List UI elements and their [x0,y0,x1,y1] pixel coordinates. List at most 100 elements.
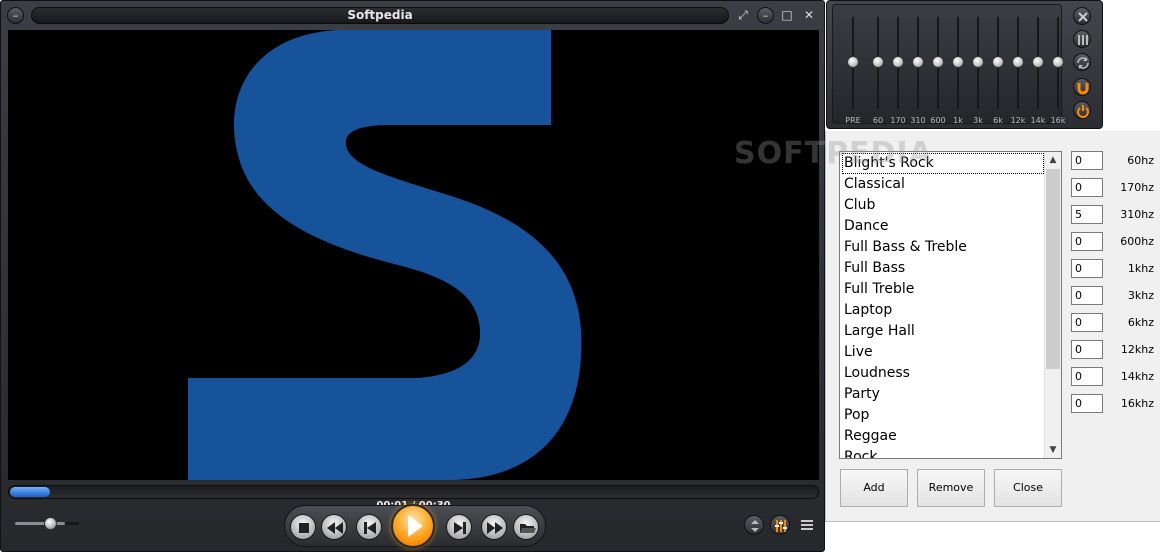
band-frequency-label: 3khz [1127,289,1154,302]
eq-slider-5[interactable] [948,15,968,111]
band-value-input[interactable]: 0 [1071,313,1103,332]
maximize-icon[interactable]: □ [779,8,795,23]
band-value-input[interactable]: 0 [1071,151,1103,170]
close-icon [1078,12,1088,22]
rewind-button[interactable] [321,514,347,540]
scroll-up-icon[interactable]: ▲ [1045,152,1061,168]
eq-slider-knob[interactable] [1012,56,1024,68]
add-button[interactable]: Add [840,469,908,507]
fast-forward-button[interactable] [481,514,507,540]
band-frequency-label: 1khz [1127,262,1154,275]
close-button[interactable]: Close [994,469,1062,507]
play-icon [408,515,423,537]
preset-list-item[interactable]: Full Bass & Treble [842,237,1044,258]
band-value-input[interactable]: 0 [1071,259,1103,278]
scroll-down-icon[interactable]: ▼ [1045,442,1061,458]
eq-reset-button[interactable] [1073,53,1091,71]
preset-list-item[interactable]: Live [842,342,1044,363]
open-folder-button[interactable] [513,514,539,540]
volume-knob[interactable] [44,517,57,530]
eq-slider-3[interactable] [908,15,928,111]
band-value-input[interactable]: 0 [1071,286,1103,305]
stop-button[interactable] [290,514,316,540]
eq-slider-9[interactable] [1028,15,1048,111]
close-icon[interactable]: ✕ [801,8,817,23]
eq-slider-8[interactable] [1008,15,1028,111]
eq-slider-knob[interactable] [847,56,859,68]
previous-button[interactable] [356,514,382,540]
band-value-input[interactable]: 0 [1071,394,1103,413]
equalizer-button[interactable] [770,515,790,535]
eq-presets-button[interactable] [1073,30,1091,48]
preset-list-item[interactable]: Loudness [842,363,1044,384]
preset-list-item[interactable]: Pop [842,405,1044,426]
video-area[interactable] [8,30,819,480]
eq-band-label: 6k [993,116,1003,125]
preset-list-item[interactable]: Full Treble [842,279,1044,300]
app-root: – Softpedia ⤢ – □ ✕ 00:01 / 00:30 [0,0,1160,552]
eq-slider-knob[interactable] [932,56,944,68]
band-frequency-label: 14khz [1120,370,1154,383]
eq-slider-knob[interactable] [872,56,884,68]
preset-list-item[interactable]: Dance [842,216,1044,237]
minimize-icon[interactable]: – [757,7,774,24]
band-value-input[interactable]: 0 [1071,367,1103,386]
eq-slider-4[interactable] [928,15,948,111]
power-icon [1077,105,1089,118]
eq-slider-knob[interactable] [992,56,1004,68]
preset-list-item[interactable]: Full Bass [842,258,1044,279]
menu-button[interactable] [797,515,817,535]
preset-list-item[interactable]: Laptop [842,300,1044,321]
volume-slider[interactable] [15,517,79,530]
playlist-toggle-button[interactable] [744,515,764,535]
eq-slider-knob[interactable] [912,56,924,68]
seek-bar[interactable] [8,485,819,499]
band-value-input[interactable]: 5 [1071,205,1103,224]
preset-list-item[interactable]: Rock [842,447,1044,458]
equalizer-panel: PRE 60 170 310 600 1k 3k 6k 12k 14k 16k [826,0,1103,129]
play-button[interactable] [391,504,435,548]
preset-list-item[interactable]: Reggae [842,426,1044,447]
remove-button[interactable]: Remove [917,469,985,507]
menu-icon [801,520,813,530]
eq-slider-knob[interactable] [892,56,904,68]
band-value-input[interactable]: 0 [1071,232,1103,251]
eq-slider-knob[interactable] [1032,56,1044,68]
eq-slider-1[interactable] [868,15,888,111]
next-button[interactable] [446,514,472,540]
title-bar: – Softpedia ⤢ – □ ✕ [1,1,824,29]
preset-list-item[interactable]: Party [842,384,1044,405]
eq-slider-knob[interactable] [952,56,964,68]
presets-listbox[interactable]: Rock Reggae Pop Party Loudness Live Large Hall… [839,151,1062,459]
band-frequency-label: 16khz [1120,397,1154,410]
eq-slider-0[interactable] [843,15,863,111]
eq-band-label: 14k [1030,116,1046,125]
eq-slider-knob[interactable] [1052,56,1064,68]
fast-forward-icon [487,522,503,534]
eq-close-button[interactable] [1073,7,1091,25]
eq-slider-knob[interactable] [972,56,984,68]
presets-scrollbar[interactable]: ▲ ▼ [1044,152,1061,458]
eq-band-label: 16k [1050,116,1066,125]
eq-slider-6[interactable] [968,15,988,111]
equalizer-sliders-icon [775,520,787,532]
eq-slider-10[interactable] [1048,15,1068,111]
fullscreen-icon[interactable]: ⤢ [735,8,751,23]
eq-slider-2[interactable] [888,15,908,111]
band-value-input[interactable]: 0 [1071,340,1103,359]
preset-list-item[interactable]: Large Hall [842,321,1044,342]
volume-fill [15,522,65,525]
preset-list-item[interactable]: Blight's Rock [842,153,1044,174]
eq-magnet-button[interactable] [1073,78,1091,96]
equalizer-sliders-area: PRE 60 170 310 600 1k 3k 6k 12k 14k 16k [832,4,1065,125]
preset-list-item[interactable]: Classical [842,174,1044,195]
softpedia-logo-frame [188,30,582,480]
preset-list-item[interactable]: Club [842,195,1044,216]
magnet-icon [1077,83,1089,95]
minus-circle-icon[interactable]: – [7,7,24,24]
eq-power-button[interactable] [1073,101,1091,119]
eq-slider-7[interactable] [988,15,1008,111]
scrollbar-thumb[interactable] [1046,169,1060,369]
transport-controls [284,504,546,548]
band-value-input[interactable]: 0 [1071,178,1103,197]
